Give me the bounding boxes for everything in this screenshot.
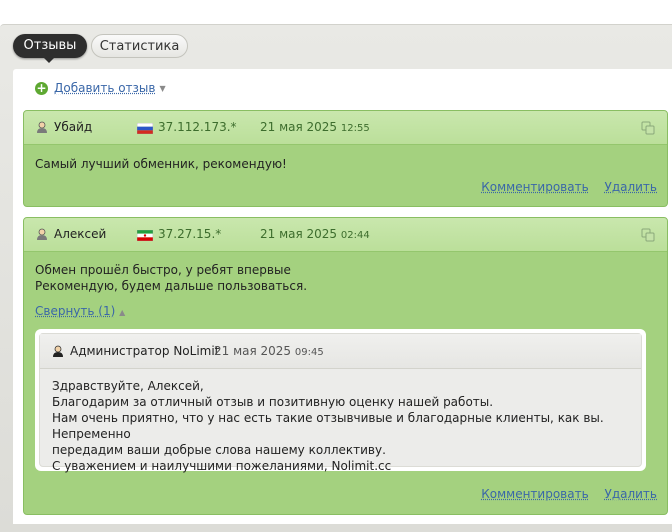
admin-reply: Администратор NoLimit 21 мая 2025 09:45 …: [35, 329, 646, 473]
admin-reply-line: передадим ваши добрые слова нашему колле…: [52, 443, 386, 457]
chevron-up-icon[interactable]: ▲: [119, 308, 125, 317]
chevron-down-icon[interactable]: ▼: [159, 84, 165, 93]
delete-button[interactable]: Удалить: [605, 487, 658, 501]
review-card: Убайд 37.112.173.* 21 мая 2025 12:55 Сам…: [23, 110, 668, 207]
iran-flag-icon: [137, 230, 153, 241]
admin-reply-line: Нам очень приятно, что у нас есть такие …: [52, 411, 604, 441]
review-header: Алексей 37.27.15.* 21 мая 2025 02:44: [24, 218, 667, 252]
admin-reply-header: Администратор NoLimit 21 мая 2025 09:45: [40, 334, 641, 369]
copy-icon[interactable]: [641, 121, 655, 135]
admin-reply-line: Здравствуйте, Алексей,: [52, 379, 204, 393]
review-author: Убайд: [54, 120, 93, 134]
review-author: Алексей: [54, 227, 107, 241]
review-date: 21 мая 2025 02:44: [260, 227, 370, 241]
review-ip: 37.112.173.*: [158, 120, 237, 134]
admin-user-icon: [53, 345, 63, 357]
add-review-link[interactable]: Добавить отзыв: [54, 81, 155, 95]
review-text: Самый лучший обменник, рекомендую!: [35, 157, 287, 171]
tab-reviews[interactable]: Отзывы: [13, 34, 87, 63]
review-actions: Комментировать Удалить: [469, 180, 657, 194]
delete-button[interactable]: Удалить: [605, 180, 658, 194]
admin-reply-line: С уважением и наилучшими пожеланиями, No…: [52, 459, 392, 473]
admin-reply-date: 21 мая 2025 09:45: [214, 344, 324, 358]
review-text: Обмен прошёл быстро, у ребят впервые Рек…: [35, 262, 307, 294]
review-card: Алексей 37.27.15.* 21 мая 2025 02:44 Обм…: [23, 217, 668, 515]
comment-button[interactable]: Комментировать: [481, 180, 588, 194]
comment-button[interactable]: Комментировать: [481, 487, 588, 501]
tab-statistics[interactable]: Статистика: [91, 34, 188, 58]
review-header: Убайд 37.112.173.* 21 мая 2025 12:55: [24, 111, 667, 145]
add-review-row[interactable]: + Добавить отзыв ▼: [35, 81, 166, 95]
admin-reply-text: Здравствуйте, Алексей, Благодарим за отл…: [52, 378, 641, 474]
review-ip: 37.27.15.*: [158, 227, 222, 241]
russia-flag-icon: [137, 123, 153, 134]
review-text-line: Обмен прошёл быстро, у ребят впервые: [35, 263, 291, 277]
user-icon: [37, 121, 47, 133]
admin-reply-author: Администратор NoLimit: [70, 344, 220, 358]
user-icon: [37, 228, 47, 240]
admin-reply-line: Благодарим за отличный отзыв и позитивну…: [52, 395, 494, 409]
review-actions: Комментировать Удалить: [469, 487, 657, 501]
admin-reply-box: Администратор NoLimit 21 мая 2025 09:45 …: [39, 333, 642, 473]
plus-circle-icon[interactable]: +: [35, 81, 48, 95]
reviews-panel: + Добавить отзыв ▼ Убайд 37.112.173.* 21…: [13, 69, 672, 524]
collapse-replies-link[interactable]: Свернуть (1) ▲: [35, 304, 125, 318]
copy-icon[interactable]: [641, 228, 655, 242]
review-date: 21 мая 2025 12:55: [260, 120, 370, 134]
review-text-line: Рекомендую, будем дальше пользоваться.: [35, 279, 308, 293]
